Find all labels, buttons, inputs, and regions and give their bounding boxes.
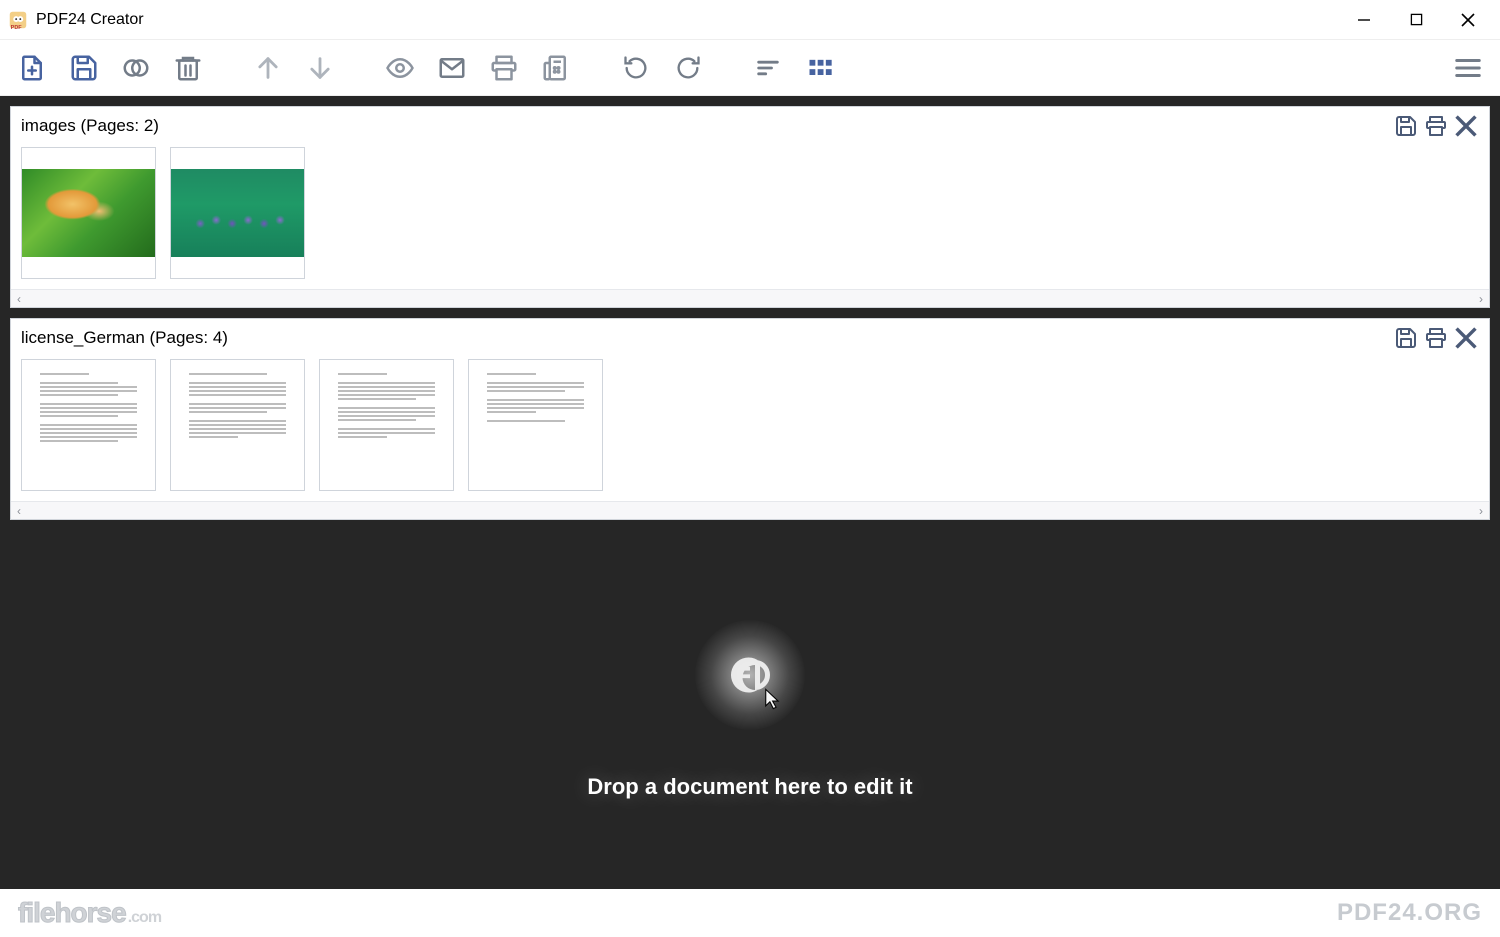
page-thumbnail[interactable] (468, 359, 603, 491)
cursor-icon (763, 688, 785, 710)
footer-brand-suffix: .com (128, 909, 161, 927)
scroll-right-icon[interactable]: › (1479, 504, 1483, 518)
footer-brand-text: filehorse (18, 897, 126, 929)
doc-save-button[interactable] (1391, 112, 1421, 140)
document-header: images (Pages: 2) (11, 107, 1489, 141)
doc-save-button[interactable] (1391, 324, 1421, 352)
rotate-right-button[interactable] (666, 46, 710, 90)
new-file-button[interactable] (10, 46, 54, 90)
move-up-button[interactable] (246, 46, 290, 90)
sort-button[interactable] (746, 46, 790, 90)
doc-print-button[interactable] (1421, 324, 1451, 352)
merge-button[interactable] (114, 46, 158, 90)
document-group[interactable]: images (Pages: 2) ‹ › (10, 106, 1490, 308)
rotate-left-button[interactable] (614, 46, 658, 90)
title-bar: PDF PDF24 Creator (0, 0, 1500, 40)
main-toolbar (0, 40, 1500, 96)
minimize-button[interactable] (1338, 0, 1390, 40)
document-title: license_German (Pages: 4) (21, 328, 228, 348)
footer-left-brand: filehorse.com (18, 897, 161, 929)
drop-zone[interactable]: Drop a document here to edit it (10, 530, 1490, 889)
thumbnail-strip (11, 141, 1489, 289)
horizontal-scrollbar[interactable]: ‹ › (11, 289, 1489, 307)
horizontal-scrollbar[interactable]: ‹ › (11, 501, 1489, 519)
thumbnail-strip (11, 353, 1489, 501)
workspace: images (Pages: 2) ‹ › (0, 96, 1500, 889)
scroll-right-icon[interactable]: › (1479, 292, 1483, 306)
drop-zone-text: Drop a document here to edit it (587, 774, 912, 800)
preview-button[interactable] (378, 46, 422, 90)
text-preview-icon (30, 365, 147, 485)
move-down-button[interactable] (298, 46, 342, 90)
page-thumbnail[interactable] (319, 359, 454, 491)
close-button[interactable] (1442, 0, 1494, 40)
doc-close-button[interactable] (1451, 112, 1481, 140)
document-group[interactable]: license_German (Pages: 4) ‹ › (10, 318, 1490, 520)
text-preview-icon (328, 365, 445, 485)
menu-button[interactable] (1446, 46, 1490, 90)
text-preview-icon (179, 365, 296, 485)
scroll-left-icon[interactable]: ‹ (17, 504, 21, 518)
image-preview-icon (171, 169, 304, 257)
footer: filehorse.com PDF24.ORG (0, 889, 1500, 937)
text-preview-icon (477, 365, 594, 485)
page-thumbnail[interactable] (170, 359, 305, 491)
page-thumbnail[interactable] (21, 147, 156, 279)
svg-text:PDF: PDF (11, 25, 23, 31)
app-icon: PDF (6, 8, 30, 32)
document-title: images (Pages: 2) (21, 116, 159, 136)
maximize-button[interactable] (1390, 0, 1442, 40)
page-thumbnail[interactable] (21, 359, 156, 491)
save-button[interactable] (62, 46, 106, 90)
image-preview-icon (22, 169, 155, 257)
document-header: license_German (Pages: 4) (11, 319, 1489, 353)
doc-close-button[interactable] (1451, 324, 1481, 352)
grid-view-button[interactable] (798, 46, 842, 90)
page-thumbnail[interactable] (170, 147, 305, 279)
window-title: PDF24 Creator (36, 11, 144, 29)
scroll-left-icon[interactable]: ‹ (17, 292, 21, 306)
fax-button[interactable] (534, 46, 578, 90)
email-button[interactable] (430, 46, 474, 90)
footer-right-brand: PDF24.ORG (1337, 899, 1482, 927)
delete-button[interactable] (166, 46, 210, 90)
doc-print-button[interactable] (1421, 112, 1451, 140)
print-button[interactable] (482, 46, 526, 90)
drop-zone-icon (695, 620, 805, 730)
